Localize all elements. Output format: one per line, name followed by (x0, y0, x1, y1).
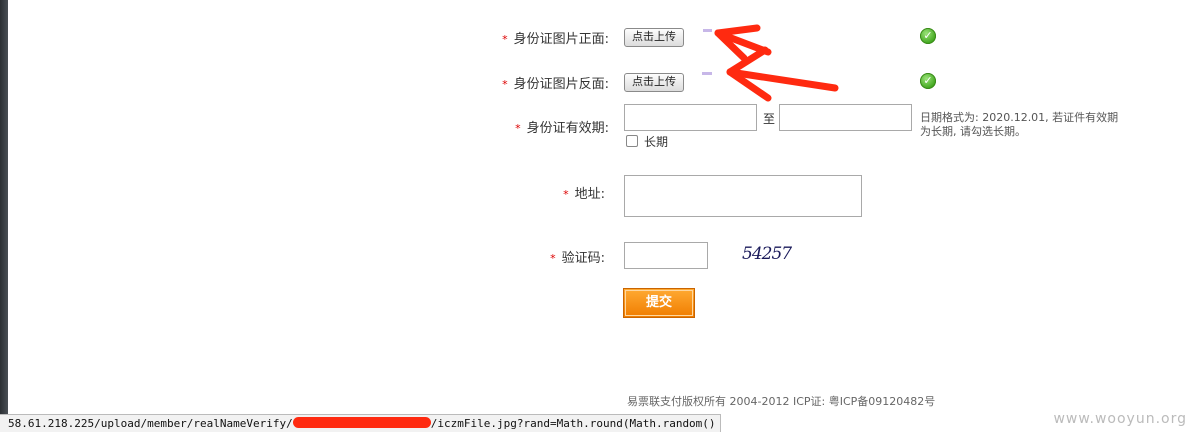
annotation-arrows (714, 24, 839, 102)
